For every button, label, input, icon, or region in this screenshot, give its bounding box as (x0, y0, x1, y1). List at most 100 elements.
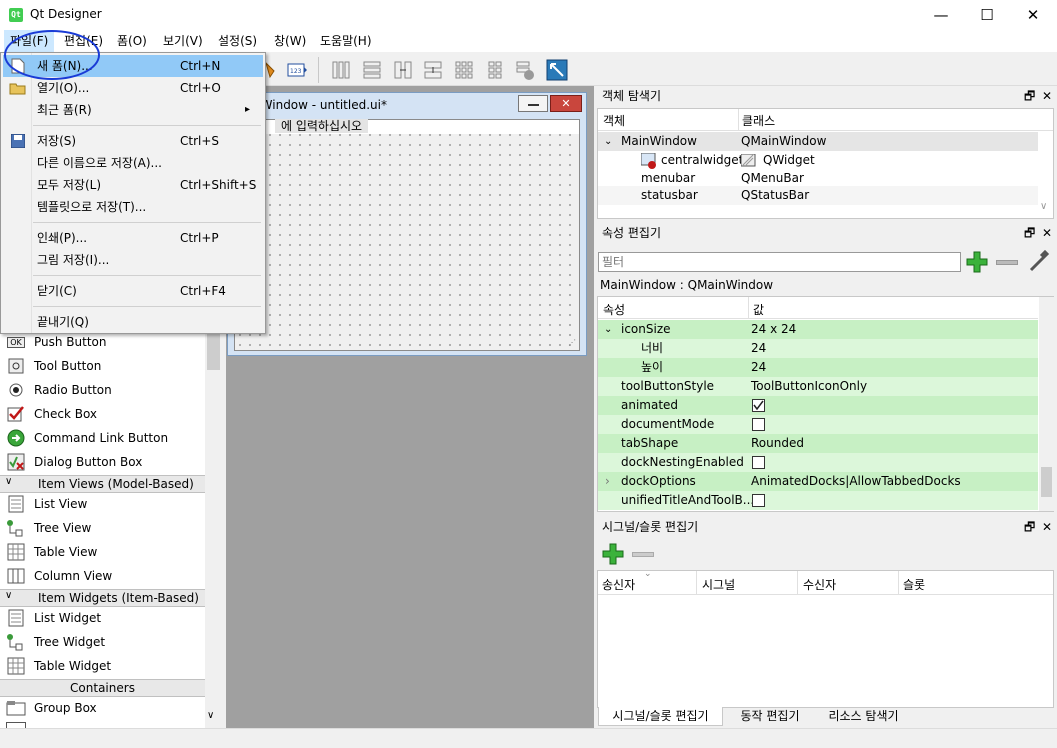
edit-buddies-icon[interactable]: 123 (286, 59, 308, 81)
widget-radio-button[interactable]: Radio Button (0, 378, 205, 402)
menu-item-save-all[interactable]: 모두 저장(L) Ctrl+Shift+S (3, 174, 263, 196)
layout-form-icon[interactable] (484, 59, 506, 81)
column-header-sender[interactable]: 송신자 (602, 576, 635, 593)
widget-group-box[interactable]: Group Box (0, 696, 205, 720)
widget-list-view[interactable]: List View (0, 492, 205, 516)
column-header-receiver[interactable]: 수신자 (803, 576, 836, 593)
menu-item-save-image[interactable]: 그림 저장(I)... (3, 249, 263, 271)
property-row[interactable]: animated (598, 396, 1038, 415)
subwindow-close-button[interactable]: ✕ (550, 95, 582, 112)
category-item-views[interactable]: ∨ Item Views (Model-Based) (0, 475, 205, 493)
category-item-widgets[interactable]: ∨ Item Widgets (Item-Based) (0, 589, 205, 607)
subwindow-titlebar[interactable]: MainWindow - untitled.ui* ✕ (228, 93, 586, 117)
column-header-signal[interactable]: 시그널 (702, 576, 735, 593)
column-header-value[interactable]: 값 (753, 301, 764, 318)
scroll-down-arrow-icon[interactable]: ∨ (1040, 201, 1047, 212)
menu-window[interactable]: 창(W) (268, 30, 312, 52)
menu-form[interactable]: 폼(O) (111, 30, 153, 52)
property-row[interactable]: 높이 24 (598, 358, 1038, 377)
property-value[interactable]: Rounded (751, 434, 804, 453)
widget-tool-button[interactable]: Tool Button (0, 354, 205, 378)
property-scrollbar[interactable] (1039, 297, 1054, 511)
unified-title-checkbox[interactable] (752, 494, 765, 507)
form-canvas[interactable]: 에 입력하십시오 ⋰ (234, 119, 580, 351)
resize-grip-icon[interactable]: ⋰ (568, 338, 576, 347)
tree-row[interactable]: ⌄ MainWindow QMainWindow (598, 132, 1038, 151)
menu-item-open[interactable]: 열기(O)... Ctrl+O (3, 77, 263, 99)
column-header-class[interactable]: 클래스 (742, 112, 775, 129)
property-value[interactable]: 24 (751, 358, 766, 377)
widget-dialog-button-box[interactable]: Dialog Button Box (0, 450, 205, 474)
property-row[interactable]: 너비 24 (598, 339, 1038, 358)
property-row[interactable]: ⌄ iconSize 24 x 24 (598, 320, 1038, 339)
property-scroll-thumb[interactable] (1041, 467, 1052, 497)
widget-check-box[interactable]: Check Box (0, 402, 205, 426)
scroll-down-arrow-icon[interactable]: ∨ (207, 710, 214, 721)
configure-wrench-icon[interactable] (1027, 250, 1051, 274)
widget-tree-view[interactable]: Tree View (0, 516, 205, 540)
document-mode-checkbox[interactable] (752, 418, 765, 431)
menu-item-save-as-template[interactable]: 템플릿으로 저장(T)... (3, 196, 263, 218)
menu-view[interactable]: 보기(V) (157, 30, 209, 52)
layout-h-splitter-icon[interactable] (392, 59, 414, 81)
break-layout-icon[interactable] (514, 59, 536, 81)
minimize-button[interactable]: — (918, 0, 964, 30)
property-value[interactable]: 24 (751, 339, 766, 358)
form-menubar[interactable]: 에 입력하십시오 (235, 119, 579, 134)
property-row[interactable]: toolButtonStyle ToolButtonIconOnly (598, 377, 1038, 396)
column-header-property[interactable]: 속성 (603, 301, 625, 318)
close-icon[interactable]: ✕ (1042, 223, 1052, 243)
layout-horizontal-icon[interactable] (330, 59, 352, 81)
menu-item-save[interactable]: 저장(S) Ctrl+S (3, 130, 263, 152)
property-row[interactable]: › dockOptions AnimatedDocks|AllowTabbedD… (598, 472, 1038, 491)
property-row[interactable]: documentMode (598, 415, 1038, 434)
property-value[interactable]: ToolButtonIconOnly (751, 377, 867, 396)
tree-row[interactable]: centralwidget QWidget (598, 151, 1038, 170)
menu-item-quit[interactable]: 끝내기(Q) (3, 311, 263, 333)
menu-item-close[interactable]: 닫기(C) Ctrl+F4 (3, 280, 263, 302)
expand-arrow-icon[interactable]: ⌄ (604, 132, 612, 151)
maximize-button[interactable]: ☐ (964, 0, 1010, 30)
layout-grid-icon[interactable] (453, 59, 475, 81)
widget-column-view[interactable]: Column View (0, 564, 205, 588)
tab-resource-browser[interactable]: 리소스 탐색기 (816, 708, 911, 726)
widget-table-view[interactable]: Table View (0, 540, 205, 564)
category-containers[interactable]: Containers (0, 679, 205, 697)
close-icon[interactable]: ✕ (1042, 86, 1052, 106)
menu-item-save-as[interactable]: 다른 이름으로 저장(A)... (3, 152, 263, 174)
type-here-placeholder[interactable]: 에 입력하십시오 (275, 119, 369, 133)
tree-row[interactable]: statusbar QStatusBar (598, 186, 1038, 205)
menu-item-recent-forms[interactable]: 최근 폼(R) ▸ (3, 99, 263, 121)
float-icon[interactable]: 🗗 (1024, 223, 1035, 243)
property-value[interactable]: 24 x 24 (751, 320, 796, 339)
adjust-size-icon[interactable] (546, 59, 568, 81)
tab-action-editor[interactable]: 동작 편집기 (726, 708, 814, 726)
float-icon[interactable]: 🗗 (1024, 86, 1035, 106)
widget-tree-widget[interactable]: Tree Widget (0, 630, 205, 654)
layout-v-splitter-icon[interactable] (422, 59, 444, 81)
menu-item-print[interactable]: 인쇄(P)... Ctrl+P (3, 227, 263, 249)
widget-list-widget[interactable]: List Widget (0, 606, 205, 630)
subwindow-minimize-button[interactable] (518, 95, 548, 112)
form-subwindow[interactable]: MainWindow - untitled.ui* ✕ 에 입력하십시오 ⋰ (227, 92, 587, 356)
widget-table-widget[interactable]: Table Widget (0, 654, 205, 678)
remove-property-icon[interactable] (996, 260, 1018, 265)
float-icon[interactable]: 🗗 (1024, 517, 1035, 537)
menu-settings[interactable]: 설정(S) (212, 30, 263, 52)
close-window-button[interactable]: ✕ (1010, 0, 1056, 30)
menu-help[interactable]: 도움말(H) (314, 30, 378, 52)
add-property-icon[interactable] (964, 250, 990, 274)
close-icon[interactable]: ✕ (1042, 517, 1052, 537)
column-header-object[interactable]: 객체 (603, 112, 625, 129)
add-connection-icon[interactable] (601, 543, 625, 565)
animated-checkbox[interactable] (752, 399, 765, 412)
dock-nesting-checkbox[interactable] (752, 456, 765, 469)
widget-box-scroll-thumb[interactable] (207, 330, 220, 370)
remove-connection-icon[interactable] (632, 552, 654, 557)
property-row[interactable]: tabShape Rounded (598, 434, 1038, 453)
property-filter-input[interactable] (598, 252, 961, 272)
tab-signal-slot-editor[interactable]: 시그널/슬롯 편집기 (598, 707, 723, 726)
column-header-slot[interactable]: 슬롯 (903, 576, 925, 593)
collapse-arrow-icon[interactable]: › (605, 472, 610, 491)
widget-command-link-button[interactable]: Command Link Button (0, 426, 205, 450)
